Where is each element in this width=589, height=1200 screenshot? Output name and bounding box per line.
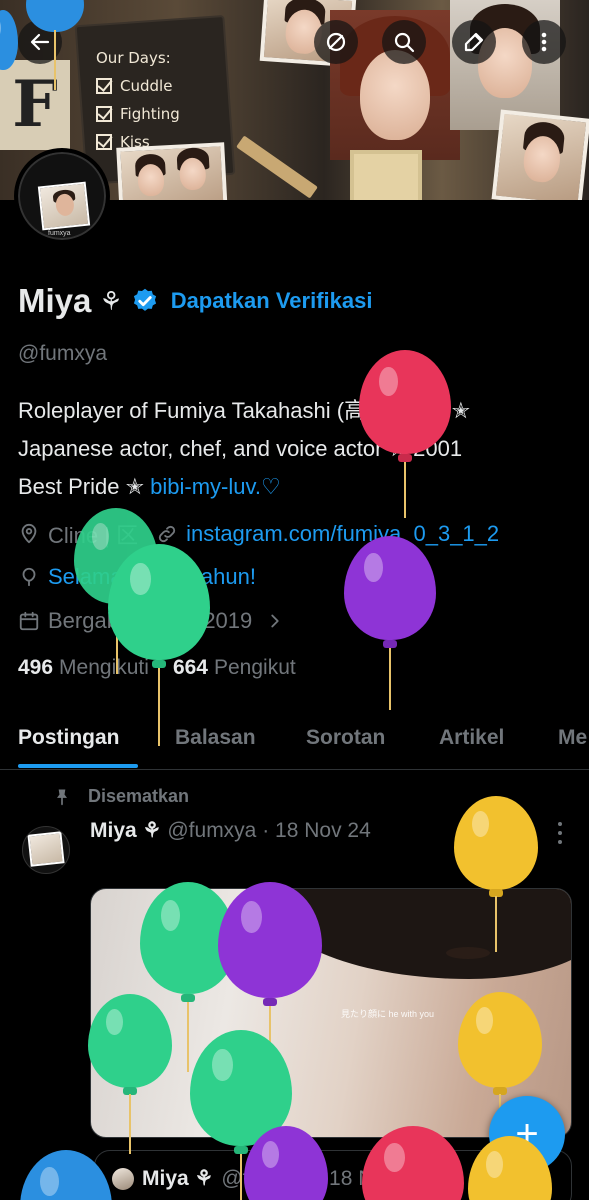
profile-website-link[interactable]: instagram.com/fumiya_0_3_1_2 (186, 521, 499, 547)
pinned-label: Disematkan (52, 786, 189, 807)
post-meta: @fumxya · 18 Nov 24 (167, 818, 371, 842)
profile-location: Cline | 区 (48, 523, 139, 548)
bio-line: Roleplayer of Fumiya Takahashi (高橋 文哉) ✭ (18, 398, 471, 423)
profile-name-row: Miya ⚘ Dapatkan Verifikasi (18, 282, 372, 320)
banner-sticker (350, 150, 422, 200)
profile-bio: Roleplayer of Fumiya Takahashi (高橋 文哉) ✭… (18, 392, 578, 506)
banner-notebook-title: Our Days: (96, 49, 171, 67)
arrow-left-icon (30, 33, 50, 51)
following-label: Mengikuti (59, 656, 149, 679)
bio-line: Best Pride ✭ (18, 474, 151, 499)
get-verified-link[interactable]: Dapatkan Verifikasi (171, 288, 373, 314)
name-symbol: ⚘ (99, 285, 123, 316)
hide-button[interactable] (314, 20, 358, 64)
pinned-text: Disematkan (88, 786, 190, 806)
checkbox-icon (96, 134, 112, 150)
post-author-avatar[interactable] (22, 826, 70, 874)
checkbox-icon (96, 78, 112, 94)
quoted-post-header: Miya ⚘ @fumxya · 18 Nov 24 (112, 1166, 425, 1191)
follow-stats: 496 Mengikuti 664 Pengikut (18, 656, 296, 680)
banner-pencil (236, 135, 318, 199)
post-media-image[interactable]: 見たり顔に he with you (90, 888, 572, 1138)
quoted-author-name: Miya ⚘ (142, 1167, 214, 1190)
followers-count: 664 (172, 656, 208, 679)
media-caption: 見たり顔に he with you (341, 1009, 435, 1019)
chevron-right-icon (271, 614, 279, 628)
balloon-icon (22, 567, 36, 587)
compose-post-button[interactable]: + (489, 1096, 565, 1172)
tab-artikel[interactable]: Artikel (439, 726, 504, 750)
following-stat[interactable]: 496 Mengikuti (18, 656, 149, 680)
active-tab-indicator (18, 764, 138, 768)
banner-photo (116, 142, 228, 200)
search-button[interactable] (382, 20, 426, 64)
banner-photo (491, 109, 589, 200)
verified-badge-icon[interactable] (131, 287, 159, 315)
edit-pencil-icon (464, 32, 484, 52)
post-header: Miya ⚘ @fumxya · 18 Nov 24 (90, 818, 371, 843)
checkbox-icon (96, 106, 112, 122)
edit-button[interactable] (452, 20, 496, 64)
banner-item: Cuddle (120, 77, 173, 95)
profile-name: Miya (18, 282, 92, 319)
more-vertical-icon (541, 32, 547, 52)
tab-balasan[interactable]: Balasan (175, 726, 256, 750)
post-more-icon[interactable] (553, 822, 567, 844)
back-button[interactable] (18, 20, 62, 64)
banner-letter: F (0, 60, 70, 150)
joined-date: Bergabung Mei 2019 (48, 608, 253, 633)
banner-item: Fighting (120, 105, 180, 123)
profile-meta-joined[interactable]: Bergabung Mei 2019 (18, 608, 286, 634)
profile-meta-birthday: Selamat ulang tahun! (18, 564, 256, 590)
calendar-icon (19, 611, 39, 631)
profile-avatar[interactable]: fumxya (14, 148, 110, 244)
more-options-button[interactable] (522, 20, 566, 64)
profile-meta-location-website: Cline | 区 instagram.com/fumiya_0_3_1_2 (18, 518, 499, 550)
tab-postingan[interactable]: Postingan (18, 726, 120, 750)
pin-icon (57, 789, 67, 805)
quoted-post-meta: @fumxya · 18 Nov 24 (221, 1166, 425, 1190)
post-author-name[interactable]: Miya ⚘ (90, 818, 161, 843)
bio-link[interactable]: bibi-my-luv.♡ (150, 474, 281, 499)
bio-line: Japanese actor, chef, and voice actor ✭ … (18, 436, 463, 461)
eye-off-icon (326, 32, 346, 52)
avatar-caption: fumxya (48, 230, 71, 237)
location-pin-icon (21, 523, 37, 544)
followers-stat[interactable]: 664 Pengikut (173, 656, 296, 680)
quoted-author-avatar (112, 1167, 134, 1190)
link-icon (158, 525, 176, 543)
profile-handle: @fumxya (18, 342, 108, 365)
tab-sorotan[interactable]: Sorotan (306, 726, 385, 750)
following-count: 496 (18, 656, 54, 679)
followers-label: Pengikut (213, 656, 296, 679)
tab-media[interactable]: Me (558, 726, 587, 750)
search-icon (394, 32, 415, 53)
avatar-photo (37, 181, 91, 231)
profile-tabs: Postingan Balasan Sorotan Artikel Me (0, 716, 589, 770)
banner-notebook-text: Our Days: Cuddle Fighting Kiss (96, 44, 180, 156)
birthday-text: Selamat ulang tahun! (48, 564, 256, 589)
